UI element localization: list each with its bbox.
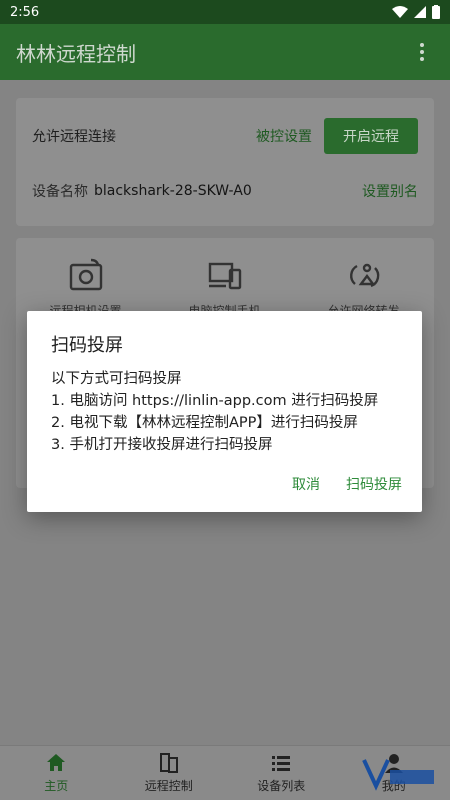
watermark-logo-icon: [362, 759, 434, 791]
cancel-button[interactable]: 取消: [292, 474, 320, 494]
dialog-body: 以下方式可扫码投屏 1. 电脑访问 https://linlin-app.com…: [51, 368, 378, 456]
scan-cast-button[interactable]: 扫码投屏: [346, 474, 402, 494]
dialog-title: 扫码投屏: [51, 335, 123, 356]
scan-cast-dialog: 扫码投屏 以下方式可扫码投屏 1. 电脑访问 https://linlin-ap…: [27, 311, 422, 512]
dialog-actions: 取消 扫码投屏: [292, 474, 402, 494]
dialog-line: 3. 手机打开接收投屏进行扫码投屏: [51, 437, 273, 453]
dialog-line: 以下方式可扫码投屏: [51, 371, 182, 387]
dialog-line: 2. 电视下载【林林远程控制APP】进行扫码投屏: [51, 415, 358, 431]
dialog-line: 1. 电脑访问 https://linlin-app.com 进行扫码投屏: [51, 393, 379, 409]
